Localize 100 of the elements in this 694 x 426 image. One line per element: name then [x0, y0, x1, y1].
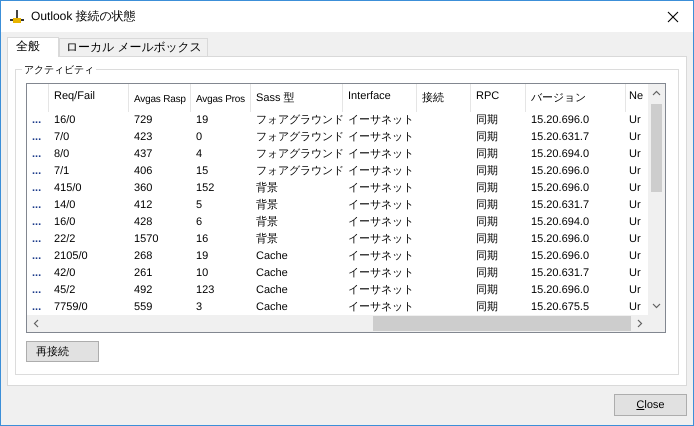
table-cell: 同期 [476, 284, 498, 296]
ellipsis-cell: ... [32, 131, 42, 143]
table-cell: 14/0 [54, 199, 76, 211]
table-cell: 15.20.696.0 [531, 284, 590, 296]
table-cell: イーサネット [348, 233, 414, 245]
ellipsis-cell: ... [32, 250, 42, 262]
table-cell: Cache [256, 284, 288, 296]
table-cell: 729 [134, 114, 152, 126]
ellipsis-cell: ... [32, 165, 42, 177]
column-header[interactable]: 接続 [422, 92, 444, 104]
column-header[interactable]: Avgas Pros [196, 94, 245, 105]
table-cell: 15.20.696.0 [531, 165, 590, 177]
table-cell: 8/0 [54, 148, 70, 160]
table-cell: 4 [196, 148, 202, 160]
horizontal-scrollbar[interactable] [27, 315, 665, 332]
table-cell: 15.20.631.7 [531, 199, 590, 211]
column-header[interactable]: Req/Fail [54, 90, 95, 102]
table-cell: 15.20.696.0 [531, 114, 590, 126]
table-cell: 261 [134, 267, 152, 279]
table-cell: 15.20.696.0 [531, 250, 590, 262]
table-cell: 7/0 [54, 131, 70, 143]
close-icon[interactable] [667, 10, 679, 22]
table-cell: イーサネット [348, 284, 414, 296]
ellipsis-cell: ... [32, 233, 42, 245]
table-cell: 7/1 [54, 165, 70, 177]
column-header[interactable]: RPC [476, 90, 500, 102]
table-cell: Ur [629, 301, 641, 313]
table-cell: イーサネット [348, 301, 414, 313]
table-cell: 6 [196, 216, 202, 228]
table-cell: 0 [196, 131, 202, 143]
table-cell: フォアグラウンド [256, 114, 343, 126]
column-header[interactable]: バージョン [531, 92, 586, 104]
table-cell: Ur [629, 182, 641, 194]
scroll-thumb[interactable] [651, 104, 662, 192]
table-cell: 415/0 [54, 182, 82, 194]
table-cell: フォアグラウンド [256, 148, 343, 160]
plug-icon [9, 8, 25, 24]
table-cell: 15 [196, 165, 208, 177]
table-cell: 559 [134, 301, 152, 313]
table-cell: Ur [629, 267, 641, 279]
table-cell: 42/0 [54, 267, 76, 279]
table-cell: Ur [629, 250, 641, 262]
table-cell: 同期 [476, 199, 498, 211]
table-cell: 45/2 [54, 284, 76, 296]
table-cell: イーサネット [348, 114, 414, 126]
table-cell: 406 [134, 165, 152, 177]
tab[interactable]: ローカル メールボックス [59, 38, 208, 56]
table-cell: 同期 [476, 233, 498, 245]
close-button[interactable]: Close [614, 394, 687, 416]
table-cell: Ur [629, 148, 641, 160]
vertical-scrollbar[interactable] [648, 84, 665, 315]
table-cell: 152 [196, 182, 214, 194]
table-cell: 7759/0 [54, 301, 88, 313]
table-cell: 123 [196, 284, 214, 296]
table-cell: 同期 [476, 165, 498, 177]
table-cell: Ur [629, 284, 641, 296]
column-header[interactable]: Sass 型 [256, 92, 295, 104]
table-cell: 437 [134, 148, 152, 160]
column-header[interactable]: Ne [629, 90, 644, 102]
table-cell: イーサネット [348, 131, 414, 143]
table-cell: 同期 [476, 148, 498, 160]
table-cell: 背景 [256, 182, 278, 194]
table-cell: イーサネット [348, 199, 414, 211]
table-cell: 492 [134, 284, 152, 296]
table-cell: 同期 [476, 301, 498, 313]
ellipsis-cell: ... [32, 114, 42, 126]
window-title: Outlook 接続の状態 [31, 8, 137, 25]
table-cell: 22/2 [54, 233, 76, 245]
table-cell: Cache [256, 301, 288, 313]
table-cell: Cache [256, 267, 288, 279]
column-header[interactable]: Interface [348, 90, 391, 102]
reconnect-button[interactable]: 再接続 [26, 341, 99, 362]
table-cell: Ur [629, 216, 641, 228]
table-cell: Ur [629, 165, 641, 177]
table-cell: 16 [196, 233, 208, 245]
table-cell: 15.20.675.5 [531, 301, 590, 313]
table-cell: 16/0 [54, 216, 76, 228]
table-cell: 15.20.694.0 [531, 148, 590, 160]
table-cell: フォアグラウンド [256, 165, 343, 177]
table-cell: 10 [196, 267, 208, 279]
table-cell: 同期 [476, 267, 498, 279]
table-cell: Ur [629, 131, 641, 143]
table-cell: イーサネット [348, 165, 414, 177]
table-cell: イーサネット [348, 267, 414, 279]
table-cell: Cache [256, 250, 288, 262]
table-cell: 3 [196, 301, 202, 313]
scroll-thumb[interactable] [373, 316, 631, 331]
ellipsis-cell: ... [32, 182, 42, 194]
table-cell: 同期 [476, 250, 498, 262]
ellipsis-cell: ... [32, 216, 42, 228]
table-cell: 428 [134, 216, 152, 228]
tab[interactable]: 全般 [7, 37, 59, 57]
table-cell: 412 [134, 199, 152, 211]
table-cell: 360 [134, 182, 152, 194]
ellipsis-cell: ... [32, 199, 42, 211]
column-header[interactable]: Avgas Rasp [134, 94, 186, 105]
table-cell: 同期 [476, 114, 498, 126]
ellipsis-cell: ... [32, 148, 42, 160]
table-cell: 19 [196, 250, 208, 262]
table-cell: 423 [134, 131, 152, 143]
